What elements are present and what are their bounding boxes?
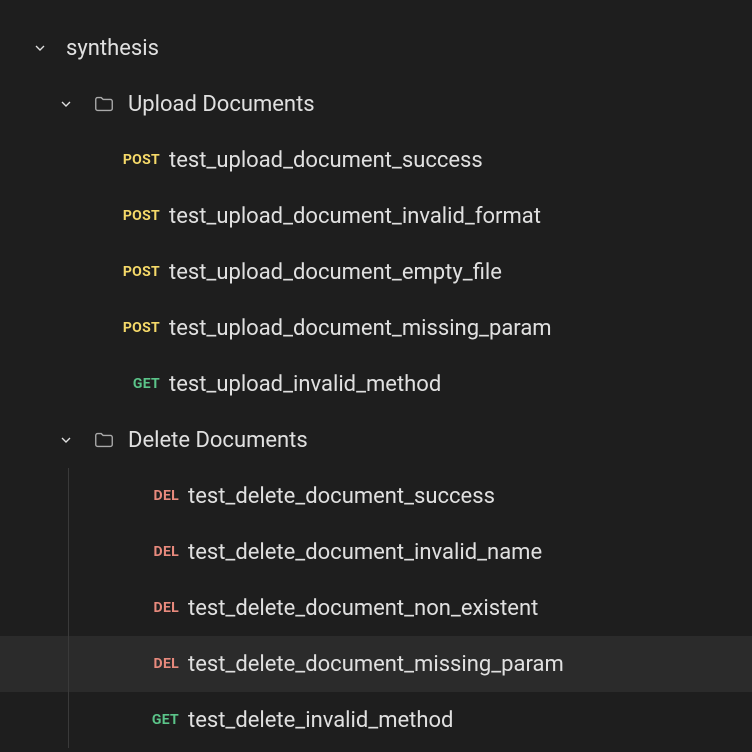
folder-icon <box>92 428 116 452</box>
method-badge: DEL <box>137 600 179 616</box>
request-label: test_delete_invalid_method <box>188 708 453 733</box>
request-label: test_upload_document_invalid_format <box>169 204 541 229</box>
request-item[interactable]: GET test_upload_invalid_method <box>0 356 752 412</box>
tree-view: synthesis Upload Documents POST test_upload… <box>0 20 752 748</box>
request-item[interactable]: POST test_upload_document_invalid_format <box>0 188 752 244</box>
request-label: test_upload_invalid_method <box>169 372 441 397</box>
method-badge: DEL <box>137 656 179 672</box>
request-item[interactable]: DEL test_delete_document_non_existent <box>0 580 752 636</box>
method-badge: POST <box>118 264 160 280</box>
request-label: test_delete_document_success <box>188 484 495 509</box>
request-label: test_upload_document_success <box>169 148 483 173</box>
method-badge: DEL <box>137 544 179 560</box>
request-item[interactable]: POST test_upload_document_missing_param <box>0 300 752 356</box>
request-label: test_delete_document_non_existent <box>188 596 538 621</box>
folder-icon <box>92 92 116 116</box>
folder-label: Upload Documents <box>128 92 315 117</box>
chevron-down-icon <box>30 38 50 58</box>
chevron-down-icon <box>56 94 76 114</box>
folder-item[interactable]: Delete Documents <box>0 412 752 468</box>
collection-root[interactable]: synthesis <box>0 20 752 76</box>
request-label: test_delete_document_missing_param <box>188 652 564 677</box>
request-label: test_upload_document_empty_file <box>169 260 502 285</box>
request-label: test_delete_document_invalid_name <box>188 540 542 565</box>
method-badge: GET <box>137 712 179 728</box>
request-item[interactable]: POST test_upload_document_success <box>0 132 752 188</box>
folder-item[interactable]: Upload Documents <box>0 76 752 132</box>
request-item[interactable]: DEL test_delete_document_invalid_name <box>0 524 752 580</box>
request-item[interactable]: POST test_upload_document_empty_file <box>0 244 752 300</box>
request-item[interactable]: DEL test_delete_document_success <box>0 468 752 524</box>
method-badge: DEL <box>137 488 179 504</box>
request-label: test_upload_document_missing_param <box>169 316 552 341</box>
chevron-down-icon <box>56 430 76 450</box>
request-item[interactable]: DEL test_delete_document_missing_param <box>0 636 752 692</box>
method-badge: POST <box>118 152 160 168</box>
method-badge: POST <box>118 208 160 224</box>
method-badge: GET <box>118 376 160 392</box>
request-item[interactable]: GET test_delete_invalid_method <box>0 692 752 748</box>
folder-label: Delete Documents <box>128 428 308 453</box>
method-badge: POST <box>118 320 160 336</box>
collection-label: synthesis <box>66 36 159 61</box>
